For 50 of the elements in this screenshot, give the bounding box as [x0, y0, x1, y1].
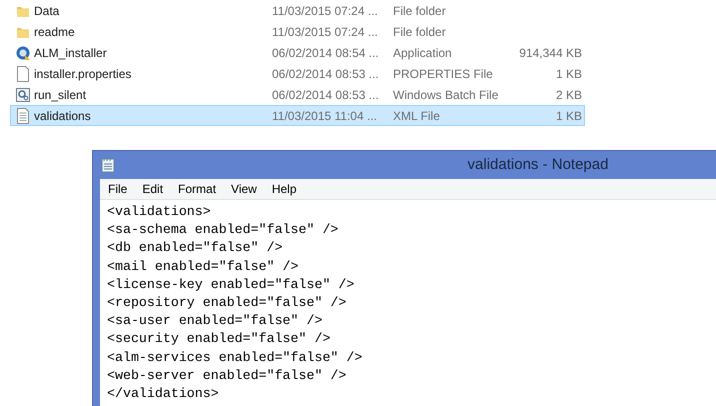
- file-date: 11/03/2015 11:04 ...: [272, 108, 378, 124]
- gear-document-icon: [15, 86, 31, 102]
- file-name: Data: [34, 2, 60, 20]
- file-row[interactable]: validations 11/03/2015 11:04 ... XML File 1 KB: [10, 105, 585, 126]
- file-size: 2 KB: [554, 86, 582, 104]
- code-line: <security enabled="false" />: [107, 330, 330, 348]
- code-line: <validations>: [107, 203, 211, 221]
- file-name: ALM_installer: [34, 44, 108, 62]
- file-date: 06/02/2014 08:53 ...: [272, 66, 380, 82]
- file-type: Application: [393, 44, 453, 62]
- file-size: 1 KB: [554, 108, 582, 124]
- notepad-icon: [101, 157, 115, 173]
- app-icon: [15, 44, 31, 60]
- file-row[interactable]: installer.properties 06/02/2014 08:53 ... PROPERTIES File 1 KB: [10, 63, 585, 84]
- file-type: PROPERTIES File: [393, 66, 494, 82]
- file-type: XML File: [393, 108, 441, 124]
- menu-item[interactable]: View: [224, 180, 264, 198]
- code-line: <web-server enabled="false" />: [107, 366, 346, 385]
- file-date: 11/03/2015 07:24 ...: [272, 24, 379, 40]
- code-line: <mail enabled="false" />: [107, 258, 299, 276]
- window-title: validations - Notepad: [466, 154, 610, 175]
- menu-item[interactable]: Edit: [135, 180, 170, 198]
- menu-item[interactable]: File: [101, 180, 134, 198]
- code-line: <repository enabled="false" />: [107, 294, 346, 312]
- file-date: 06/02/2014 08:53 ...: [272, 86, 380, 104]
- file-row[interactable]: ALM_installer 06/02/2014 08:54 ... Application 914,344 KB: [10, 42, 585, 63]
- file-name: installer.properties: [34, 66, 132, 82]
- code-line: <alm-services enabled="false" />: [107, 348, 362, 367]
- file-name: readme: [34, 24, 76, 40]
- menu-item[interactable]: Format: [171, 180, 224, 198]
- file-row[interactable]: run_silent 06/02/2014 08:53 ... Windows Batch File 2 KB: [10, 84, 585, 105]
- file-name: validations: [34, 108, 92, 124]
- code-line: <sa-user enabled="false" />: [107, 312, 322, 330]
- code-line: </validations>: [107, 385, 219, 404]
- code-line: <db enabled="false" />: [107, 239, 283, 258]
- text-document-icon: [16, 108, 30, 124]
- file-size: 1 KB: [554, 66, 582, 82]
- file-row[interactable]: readme 11/03/2015 07:24 ... File folder: [10, 21, 585, 42]
- code-line: <sa-schema enabled="false" />: [107, 221, 338, 240]
- file-name: run_silent: [34, 86, 88, 104]
- file-size: 914,344 KB: [518, 44, 582, 62]
- file-type: Windows Batch File: [393, 86, 500, 104]
- file-type: File folder: [393, 24, 447, 40]
- file-date: 11/03/2015 07:24 ...: [272, 2, 379, 20]
- document-icon: [16, 66, 30, 82]
- file-type: File folder: [393, 2, 447, 20]
- menu-item[interactable]: Help: [264, 180, 304, 198]
- file-date: 06/02/2014 08:54 ...: [272, 44, 380, 62]
- code-line: <license-key enabled="false" />: [107, 276, 354, 294]
- file-row[interactable]: Data 11/03/2015 07:24 ... File folder: [10, 0, 585, 21]
